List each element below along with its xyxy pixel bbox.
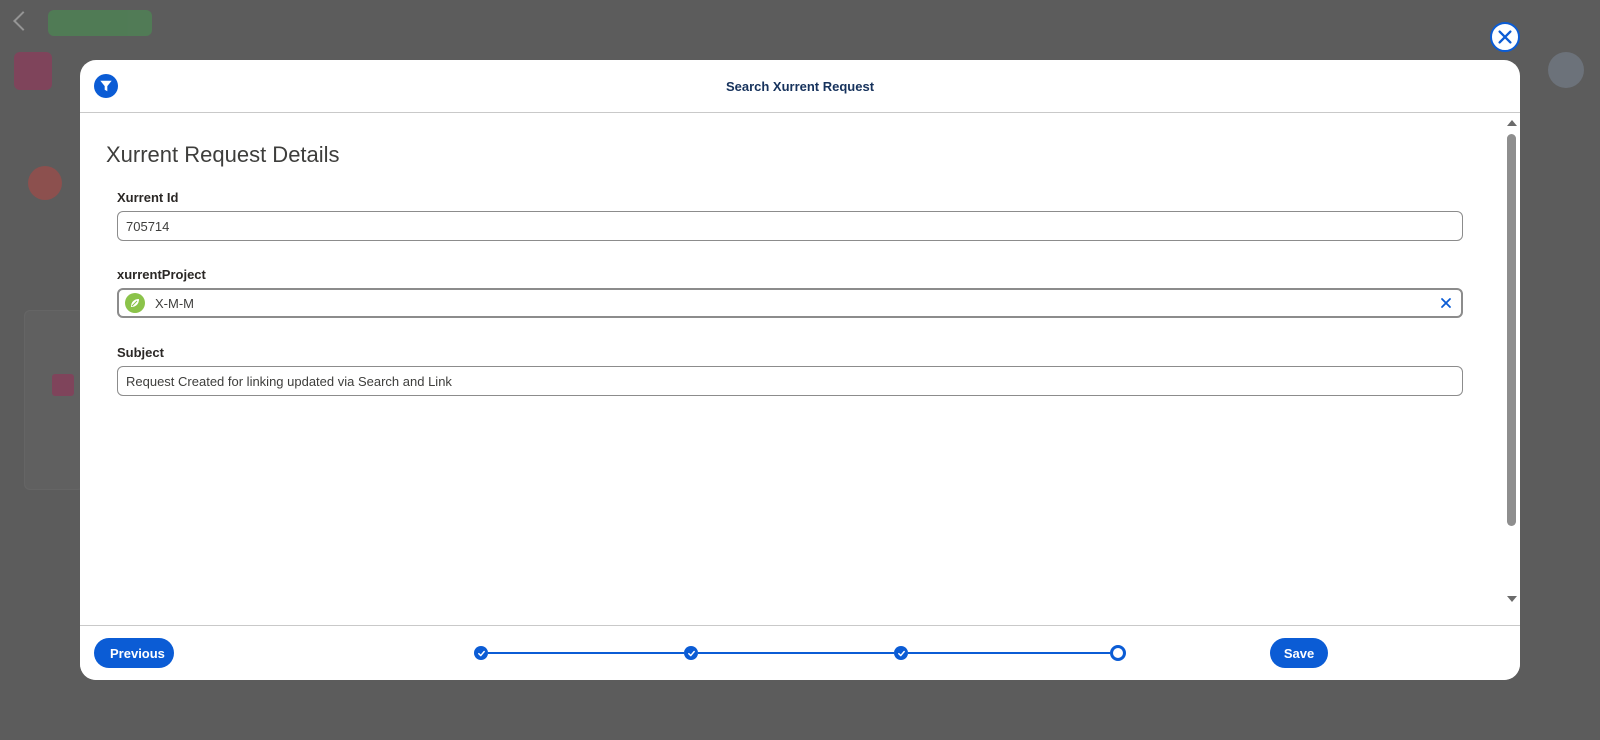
progress-step-completed[interactable] [684,646,698,660]
progress-step-completed[interactable] [894,646,908,660]
progress-step-completed[interactable] [474,646,488,660]
scroll-up-arrow-icon[interactable] [1507,120,1517,126]
xurrent-id-field-group: Xurrent Id [117,190,1463,241]
modal-scrollbar[interactable] [1504,116,1518,610]
check-icon [687,650,695,656]
progress-line [908,652,1110,654]
section-title: Xurrent Request Details [106,142,340,167]
clear-icon[interactable] [1439,296,1453,310]
xurrent-project-field-group: xurrentProject X-M-M [117,267,1463,318]
modal-body: Xurrent Request Details Xurrent Id xurre… [80,114,1500,625]
background-record-icon [28,166,62,200]
xurrent-project-lookup[interactable]: X-M-M [117,288,1463,318]
save-button[interactable]: Save [1270,638,1328,668]
progress-line [698,652,894,654]
filter-icon [94,74,118,98]
modal-footer: Previous Save [80,625,1520,680]
background-item-icon [52,374,74,396]
search-modal: Search Xurrent Request Xurrent Request D… [80,60,1520,680]
modal-header: Search Xurrent Request [80,60,1520,113]
background-app-tile [14,52,52,90]
subject-label: Subject [117,345,164,360]
scroll-down-arrow-icon[interactable] [1507,596,1517,602]
progress-step-current[interactable] [1110,645,1126,661]
back-arrow-icon [13,11,33,31]
check-icon [477,650,485,656]
xurrent-project-label: xurrentProject [117,267,206,282]
xurrent-id-label: Xurrent Id [117,190,179,205]
modal-title: Search Xurrent Request [725,78,875,94]
close-icon [1498,30,1512,44]
scroll-thumb[interactable] [1507,134,1516,526]
subject-input[interactable] [117,366,1463,396]
subject-field-group: Subject [117,345,1463,396]
background-status-pill [48,10,152,36]
check-icon [897,650,905,656]
progress-indicator [474,645,1126,661]
previous-button[interactable]: Previous [94,638,174,668]
close-modal-button[interactable] [1490,22,1520,52]
xurrent-id-input[interactable] [117,211,1463,241]
background-avatar [1548,52,1584,88]
progress-line [488,652,684,654]
background-card [24,310,84,490]
leaf-icon [125,293,145,313]
xurrent-project-value: X-M-M [155,295,194,311]
